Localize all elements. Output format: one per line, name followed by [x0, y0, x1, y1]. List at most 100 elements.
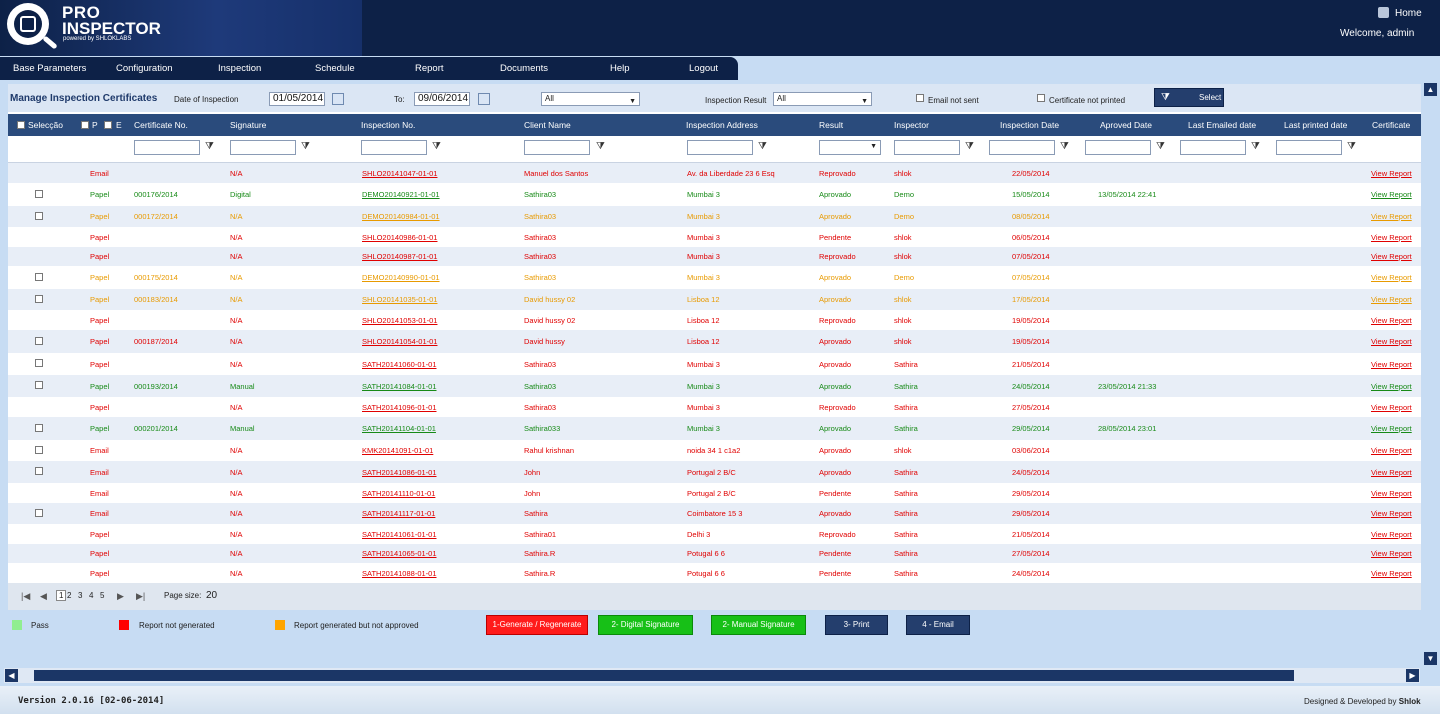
filter-icon[interactable]: ⧩ — [301, 141, 310, 152]
row-checkbox[interactable] — [35, 467, 43, 475]
row-inspection-no[interactable]: DEMO20140921-01-01 — [362, 190, 440, 199]
row-inspection-no[interactable]: DEMO20140984-01-01 — [362, 212, 440, 221]
row-checkbox[interactable] — [35, 508, 43, 517]
page-number[interactable]: 2 — [67, 591, 71, 600]
row-view-report-link[interactable]: View Report — [1371, 295, 1412, 304]
vertical-scrollbar[interactable]: ▲ ▼ — [1423, 82, 1438, 666]
menu-documents[interactable]: Documents — [500, 63, 548, 74]
col-certificate-no[interactable]: Certificate No. — [134, 120, 188, 130]
filter-icon[interactable]: ⧩ — [1060, 141, 1069, 152]
result-select[interactable]: All ▼ — [773, 92, 872, 106]
page-number[interactable]: 5 — [100, 591, 104, 600]
row-inspection-no[interactable]: DEMO20140990-01-01 — [362, 273, 440, 282]
filter-icon[interactable]: ⧩ — [432, 141, 441, 152]
row-view-report-link[interactable]: View Report — [1371, 273, 1412, 282]
menu-help[interactable]: Help — [610, 63, 630, 74]
manual-signature-button[interactable]: 2- Manual Signature — [711, 615, 806, 635]
last-page-icon[interactable]: ▶| — [136, 591, 145, 602]
row-checkbox[interactable] — [35, 381, 43, 389]
filter-icon[interactable]: ⧩ — [1347, 141, 1356, 152]
row-view-report-link[interactable]: View Report — [1371, 190, 1412, 199]
row-checkbox[interactable] — [35, 272, 43, 281]
row-inspection-no[interactable]: SATH20141086-01-01 — [362, 468, 437, 477]
row-view-report-link[interactable]: View Report — [1371, 424, 1412, 433]
row-view-report-link[interactable]: View Report — [1371, 316, 1412, 325]
row-view-report-link[interactable]: View Report — [1371, 337, 1412, 346]
row-inspection-no[interactable]: SHLO20141053-01-01 — [362, 316, 437, 325]
first-page-icon[interactable]: |◀ — [21, 591, 30, 602]
row-inspection-no[interactable]: KMK20141091-01-01 — [362, 446, 433, 455]
generate-button[interactable]: 1-Generate / Regenerate — [486, 615, 588, 635]
col-result[interactable]: Result — [819, 120, 843, 130]
page-number[interactable]: 4 — [89, 591, 93, 600]
row-inspection-no[interactable]: SATH20141060-01-01 — [362, 360, 437, 369]
row-inspection-no[interactable]: SATH20141084-01-01 — [362, 382, 437, 391]
col-last-printed-date[interactable]: Last printed date — [1284, 120, 1347, 130]
row-inspection-no[interactable]: SHLO20140986-01-01 — [362, 233, 437, 242]
select-button[interactable]: ⧩ Select — [1154, 88, 1224, 107]
menu-schedule[interactable]: Schedule — [315, 63, 355, 74]
filter-inspection-date-input[interactable] — [989, 140, 1055, 155]
row-inspection-no[interactable]: SHLO20141035-01-01 — [362, 295, 437, 304]
row-inspection-no[interactable]: SATH20141088-01-01 — [362, 569, 437, 578]
row-view-report-link[interactable]: View Report — [1371, 489, 1412, 498]
row-checkbox[interactable] — [35, 189, 43, 198]
filter-result-select[interactable]: ▼ — [819, 140, 881, 155]
filter-icon[interactable]: ⧩ — [758, 141, 767, 152]
page-number[interactable]: 1 — [56, 590, 67, 601]
prev-page-icon[interactable]: ◀ — [40, 591, 47, 602]
scrollbar-thumb[interactable] — [34, 670, 1294, 681]
row-view-report-link[interactable]: View Report — [1371, 360, 1412, 369]
scroll-right-icon[interactable]: ▶ — [1406, 669, 1419, 682]
menu-logout[interactable]: Logout — [689, 63, 718, 74]
menu-report[interactable]: Report — [415, 63, 444, 74]
filter-inspection-no-input[interactable] — [361, 140, 427, 155]
menu-base-parameters[interactable]: Base Parameters — [13, 63, 86, 74]
e-all-checkbox[interactable] — [104, 121, 112, 129]
row-checkbox[interactable] — [35, 294, 43, 303]
row-checkbox[interactable] — [35, 211, 43, 220]
print-button[interactable]: 3- Print — [825, 615, 888, 635]
row-inspection-no[interactable]: SATH20141061-01-01 — [362, 530, 437, 539]
filter-icon[interactable]: ⧩ — [965, 141, 974, 152]
col-certificate[interactable]: Certificate — [1372, 120, 1410, 130]
email-button[interactable]: 4 - Email — [906, 615, 970, 635]
row-view-report-link[interactable]: View Report — [1371, 549, 1412, 558]
next-page-icon[interactable]: ▶ — [117, 591, 124, 602]
filter-cert-no-input[interactable] — [134, 140, 200, 155]
row-checkbox[interactable] — [35, 445, 43, 454]
scroll-down-icon[interactable]: ▼ — [1424, 652, 1437, 665]
row-view-report-link[interactable]: View Report — [1371, 509, 1412, 518]
row-inspection-no[interactable]: SATH20141117-01-01 — [362, 509, 435, 518]
status-select[interactable]: All ▼ — [541, 92, 640, 106]
home-link[interactable]: Home — [1378, 7, 1422, 19]
menu-inspection[interactable]: Inspection — [218, 63, 261, 74]
filter-inspector-input[interactable] — [894, 140, 960, 155]
row-view-report-link[interactable]: View Report — [1371, 403, 1412, 412]
row-checkbox[interactable] — [35, 359, 43, 367]
row-inspection-no[interactable]: SATH20141065-01-01 — [362, 549, 437, 558]
filter-icon[interactable]: ⧩ — [596, 141, 605, 152]
row-view-report-link[interactable]: View Report — [1371, 530, 1412, 539]
filter-last-emailed-input[interactable] — [1180, 140, 1246, 155]
filter-last-printed-input[interactable] — [1276, 140, 1342, 155]
row-inspection-no[interactable]: SHLO20141054-01-01 — [362, 337, 437, 346]
filter-approved-date-input[interactable] — [1085, 140, 1151, 155]
date-to-input[interactable]: 09/06/2014 — [414, 92, 470, 106]
row-view-report-link[interactable]: View Report — [1371, 468, 1412, 477]
menu-configuration[interactable]: Configuration — [116, 63, 173, 74]
filter-address-input[interactable] — [687, 140, 753, 155]
filter-signature-input[interactable] — [230, 140, 296, 155]
row-inspection-no[interactable]: SATH20141110-01-01 — [362, 489, 435, 498]
page-number[interactable]: 3 — [78, 591, 82, 600]
filter-icon[interactable]: ⧩ — [1156, 141, 1165, 152]
scroll-left-icon[interactable]: ◀ — [5, 669, 18, 682]
horizontal-scrollbar[interactable]: ◀ ▶ — [4, 668, 1420, 683]
select-all-checkbox[interactable] — [17, 121, 25, 129]
date-from-input[interactable]: 01/05/2014 — [269, 92, 325, 106]
calendar-icon[interactable] — [478, 93, 490, 105]
filter-icon[interactable]: ⧩ — [1251, 141, 1260, 152]
calendar-icon[interactable] — [332, 93, 344, 105]
row-inspection-no[interactable]: SHLO20141047-01-01 — [362, 169, 437, 178]
page-size-value[interactable]: 20 — [206, 590, 217, 601]
